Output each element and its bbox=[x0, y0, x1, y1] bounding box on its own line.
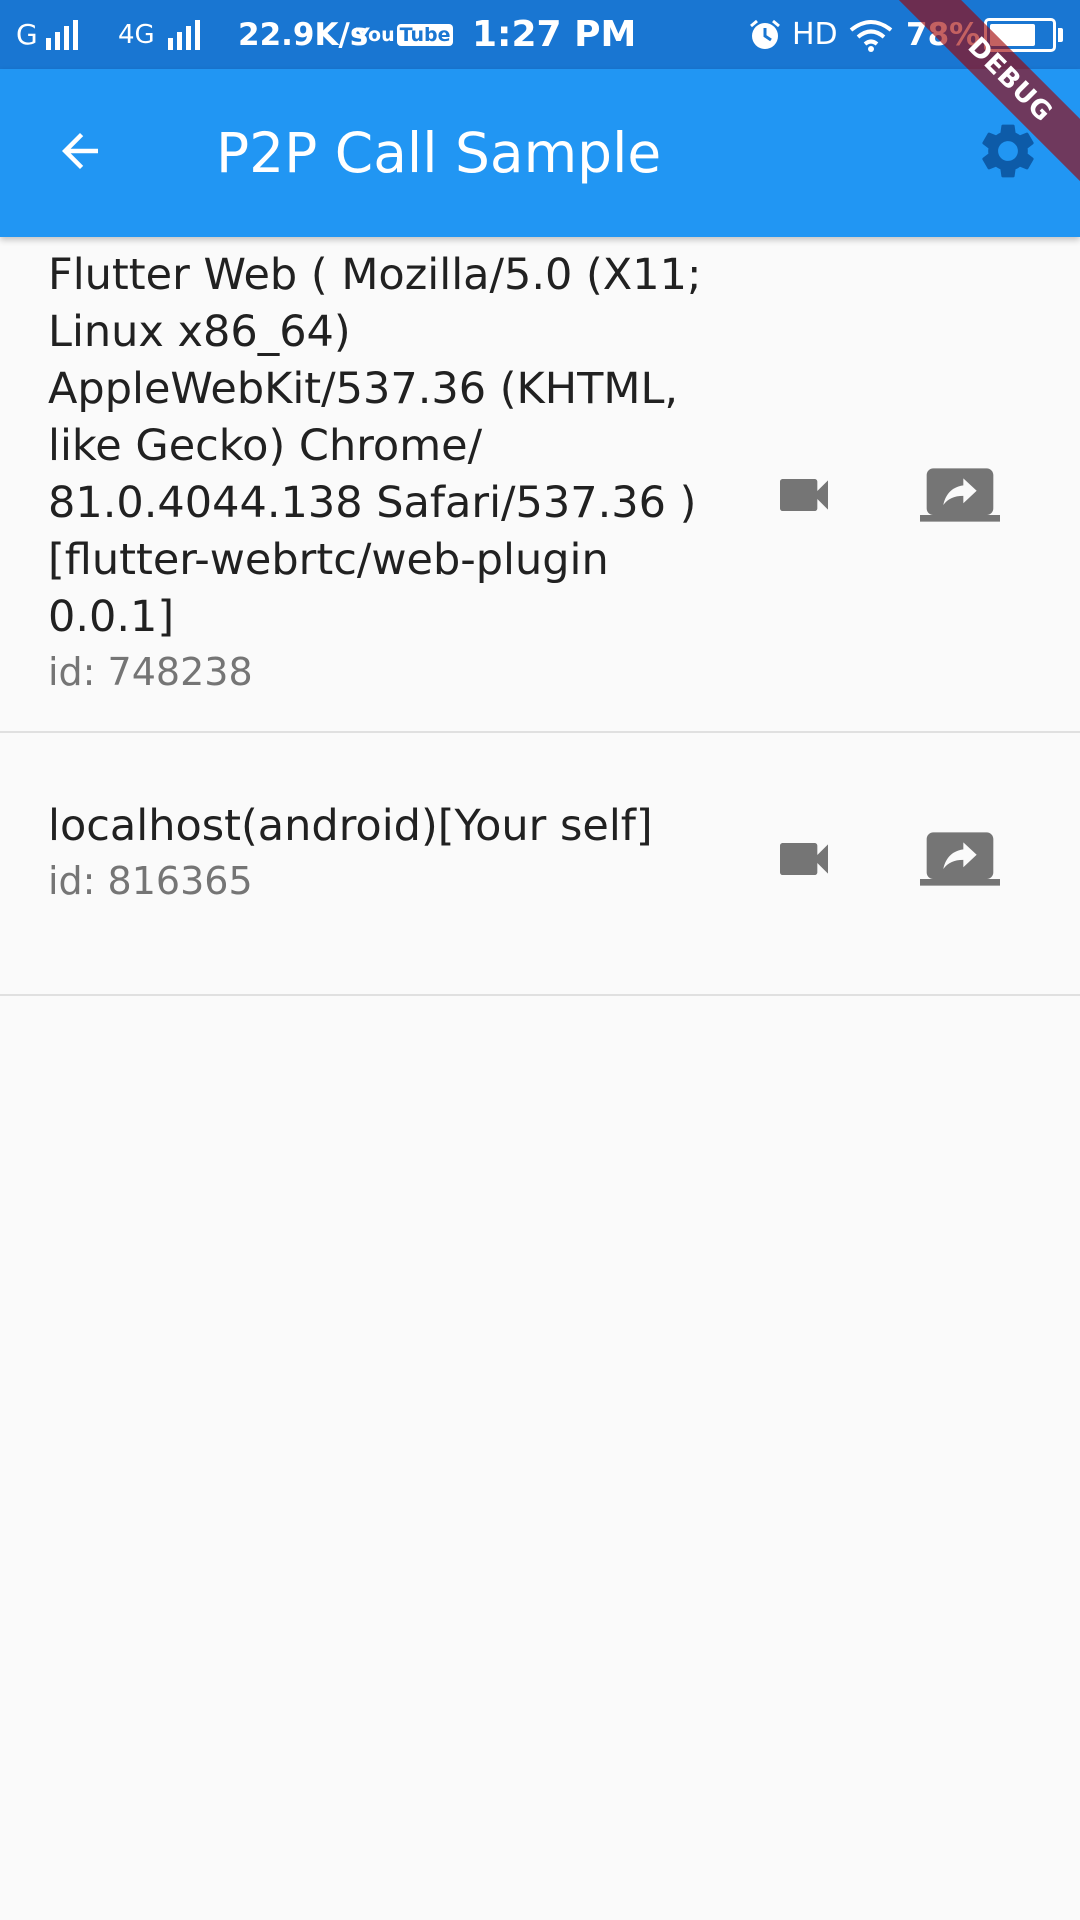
page-title: P2P Call Sample bbox=[216, 121, 662, 185]
video-call-button[interactable] bbox=[756, 813, 852, 909]
alarm-icon bbox=[748, 0, 782, 69]
battery-percent: 78% bbox=[906, 16, 981, 53]
back-button[interactable] bbox=[40, 113, 120, 193]
settings-button[interactable] bbox=[968, 113, 1048, 193]
signal-icon-2 bbox=[168, 0, 200, 69]
signal-icon bbox=[45, 19, 78, 50]
screen-share-button[interactable] bbox=[912, 813, 1008, 909]
carrier-label: G bbox=[16, 0, 78, 69]
peer-id: id: 816365 bbox=[48, 859, 253, 903]
clock: 1:27 PM bbox=[472, 14, 637, 55]
peer-title: Flutter Web ( Mozilla/5.0 (X11; Linux x8… bbox=[48, 250, 702, 642]
peer-title: localhost(android)[Your self] bbox=[48, 801, 653, 851]
peer-id: id: 748238 bbox=[48, 650, 253, 694]
network-speed: 22.9K/s bbox=[238, 16, 369, 53]
youtube-tube: Tube bbox=[396, 23, 454, 46]
screen-share-button[interactable] bbox=[912, 449, 1008, 545]
videocam-icon bbox=[772, 463, 836, 531]
screen-share-icon bbox=[920, 819, 1000, 903]
carrier-text: G bbox=[16, 18, 38, 51]
battery-icon bbox=[984, 0, 1063, 69]
video-call-button[interactable] bbox=[756, 449, 852, 545]
hd-label: HD bbox=[792, 17, 838, 52]
list-item[interactable]: Flutter Web ( Mozilla/5.0 (X11; Linux x8… bbox=[0, 237, 1080, 733]
arrow-back-icon bbox=[53, 124, 107, 182]
status-bar: G 4G 22.9K/s You Tube 1:27 PM HD 78% bbox=[0, 0, 1080, 69]
youtube-icon: You Tube bbox=[356, 0, 454, 69]
videocam-icon bbox=[772, 827, 836, 895]
app-bar: P2P Call Sample bbox=[0, 69, 1080, 237]
list-item[interactable]: localhost(android)[Your self] id: 816365 bbox=[0, 733, 1080, 996]
network-type: 4G bbox=[118, 19, 155, 50]
youtube-you: You bbox=[356, 23, 395, 46]
screen-share-icon bbox=[920, 455, 1000, 539]
peer-text: Flutter Web ( Mozilla/5.0 (X11; Linux x8… bbox=[48, 247, 708, 698]
wifi-icon bbox=[848, 0, 894, 69]
peer-text: localhost(android)[Your self] id: 816365 bbox=[48, 798, 708, 907]
gear-icon bbox=[975, 118, 1041, 188]
peer-list: Flutter Web ( Mozilla/5.0 (X11; Linux x8… bbox=[0, 237, 1080, 996]
